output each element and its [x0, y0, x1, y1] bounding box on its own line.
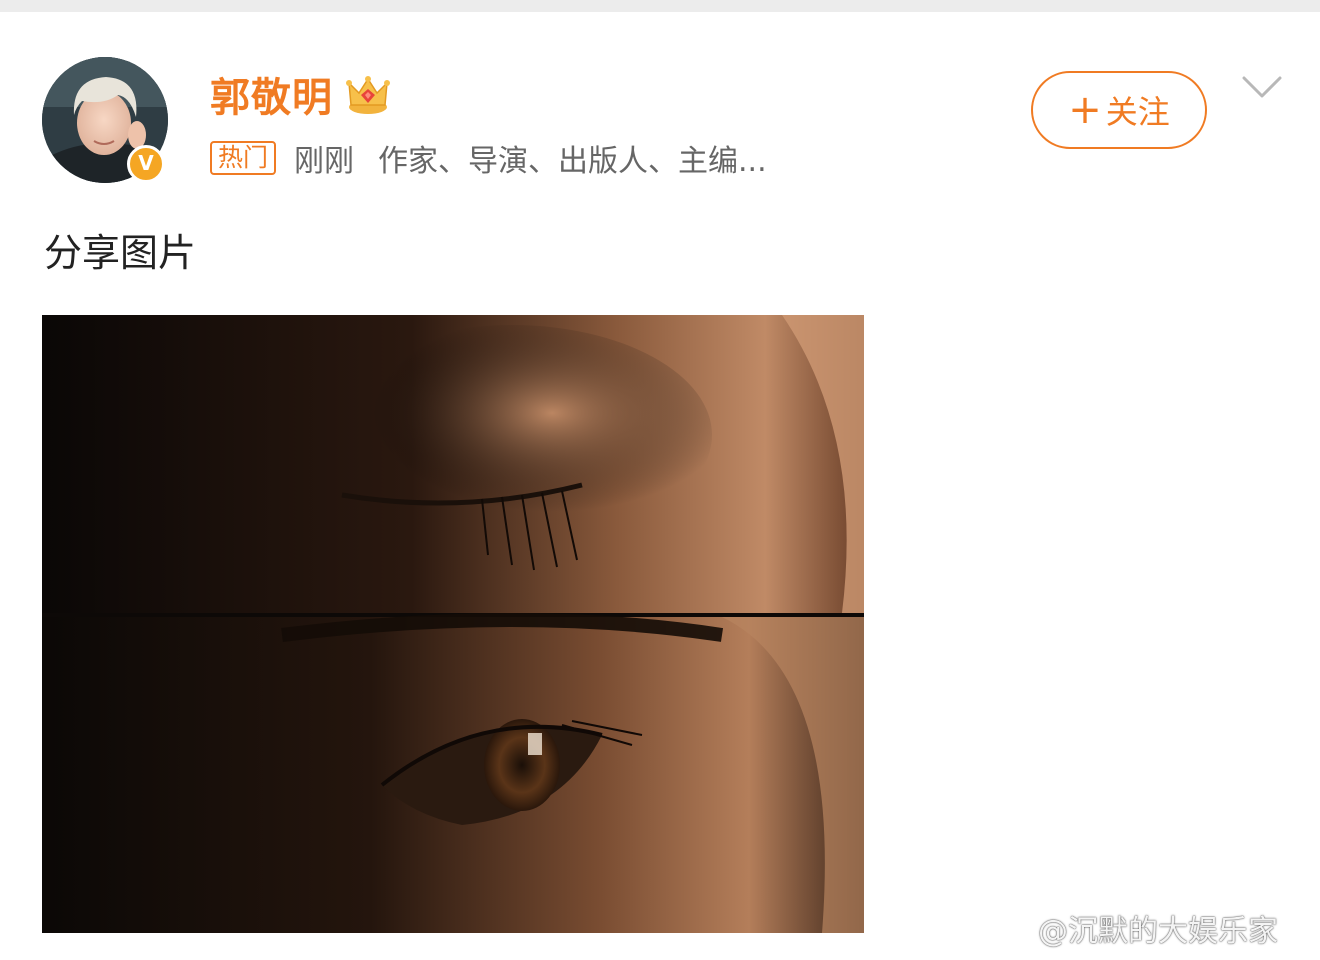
crown-icon	[346, 76, 390, 114]
post-image[interactable]	[42, 315, 864, 933]
verified-badge: V	[127, 145, 165, 183]
hot-tag: 热门	[210, 141, 277, 175]
meta-row: 热门 刚刚 作家、导演、出版人、主编...	[210, 136, 767, 180]
post-text: 分享图片	[44, 231, 197, 275]
plus-icon: +	[1068, 87, 1102, 133]
weibo-logo-icon	[981, 912, 1030, 947]
post-time: 刚刚	[294, 144, 355, 179]
follow-button[interactable]: + 关注	[1031, 71, 1207, 149]
user-bio: 作家、导演、出版人、主编...	[378, 144, 767, 179]
follow-label: 关注	[1105, 93, 1170, 131]
watermark: @沉默的大娱乐家	[980, 904, 1278, 952]
top-strip	[0, 0, 1320, 12]
username[interactable]: 郭敬明	[210, 65, 333, 123]
watermark-text: @沉默的大娱乐家	[1038, 914, 1278, 949]
chevron-down-icon[interactable]	[1240, 72, 1284, 102]
username-row: 郭敬明	[210, 66, 391, 122]
